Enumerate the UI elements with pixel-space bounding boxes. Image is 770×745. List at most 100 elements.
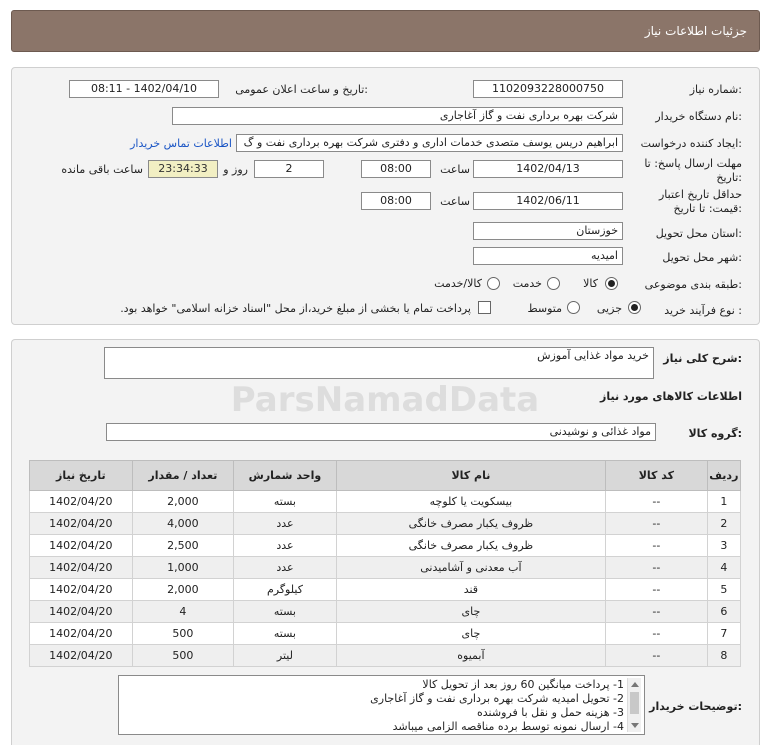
reply-time-field: 08:00 xyxy=(361,160,431,178)
purchase-type-radio-medium[interactable] xyxy=(567,301,580,314)
purchase-type-label: نوع فرآیند خرید : xyxy=(664,304,742,317)
cell-quantity: 500 xyxy=(131,622,235,645)
cell-item-code: -- xyxy=(605,534,708,557)
table-row: 5 -- قند کیلوگرم 2,000 1402/04/20 xyxy=(29,578,742,601)
announce-datetime-label: تاریخ و ساعت اعلان عمومی: xyxy=(235,83,368,96)
category-radio-service[interactable] xyxy=(547,277,560,290)
reply-deadline-label-1: مهلت ارسال پاسخ: تا xyxy=(644,157,742,170)
cell-item-name: ظروف یکبار مصرف خانگی xyxy=(335,534,607,557)
cell-need-date: 1402/04/20 xyxy=(29,622,133,645)
col-quantity: تعداد / مقدار xyxy=(131,460,235,491)
purchase-type-option-minor: جزیی xyxy=(596,302,622,315)
cell-unit: بسته xyxy=(233,600,337,623)
cell-need-date: 1402/04/20 xyxy=(29,490,133,513)
category-radio-goods-service[interactable] xyxy=(487,277,500,290)
purchase-type-option-medium: متوسط xyxy=(527,302,562,315)
delivery-province-label: استان محل تحویل: xyxy=(655,227,742,240)
treasury-payment-checkbox[interactable] xyxy=(478,301,491,314)
cell-unit: بسته xyxy=(233,622,337,645)
cell-item-name: آبمیوه xyxy=(335,644,607,667)
reply-days-label: روز و xyxy=(223,163,248,176)
remaining-time-field: 23:34:33 xyxy=(148,160,218,178)
cell-row-number: 7 xyxy=(706,622,742,645)
cell-item-name: چای xyxy=(335,600,607,623)
category-option-service: خدمت xyxy=(512,277,542,290)
cell-quantity: 4,000 xyxy=(131,512,235,535)
reply-date-field: 1402/04/13 xyxy=(473,160,623,178)
delivery-city-field: امیدیه xyxy=(473,247,623,265)
requester-label: ایجاد کننده درخواست: xyxy=(640,137,742,150)
remaining-time-label: ساعت باقی مانده xyxy=(61,163,143,176)
cell-item-name: بیسکویت یا کلوچه xyxy=(335,490,607,513)
treasury-payment-note: پرداخت تمام یا بخشی از مبلغ خرید،از محل … xyxy=(120,302,471,315)
cell-row-number: 3 xyxy=(706,534,742,557)
items-table: ردیف کد کالا نام کالا واحد شمارش تعداد /… xyxy=(29,460,742,667)
summary-label: شرح کلی نیاز: xyxy=(663,352,742,365)
cell-row-number: 1 xyxy=(706,490,742,513)
delivery-city-label: شهر محل تحویل: xyxy=(662,251,742,264)
cell-row-number: 4 xyxy=(706,556,742,579)
cell-item-code: -- xyxy=(605,600,708,623)
cell-row-number: 8 xyxy=(706,644,742,667)
reply-deadline-label-2: تاریخ: xyxy=(716,171,742,184)
note-line: 1- پرداخت میانگین 60 روز بعد از تحویل کا… xyxy=(422,678,624,691)
reply-days-field: 2 xyxy=(254,160,324,178)
cell-need-date: 1402/04/20 xyxy=(29,512,133,535)
reply-time-label: ساعت xyxy=(440,163,470,176)
delivery-province-field: خوزستان xyxy=(473,222,623,240)
purchase-type-radio-minor[interactable] xyxy=(628,301,641,314)
table-row: 7 -- چای بسته 500 1402/04/20 xyxy=(29,622,742,645)
buyer-notes-box[interactable]: 1- پرداخت میانگین 60 روز بعد از تحویل کا… xyxy=(118,675,645,735)
requester-field: ابراهیم دریس یوسف متصدی خدمات اداری و دف… xyxy=(236,134,623,152)
summary-field: خرید مواد غذایی آموزش xyxy=(104,347,654,379)
note-line: 3- هزینه حمل و نقل با فروشنده xyxy=(477,706,624,719)
cell-quantity: 1,000 xyxy=(131,556,235,579)
notes-scrollbar[interactable] xyxy=(627,678,641,732)
cell-item-code: -- xyxy=(605,512,708,535)
cell-item-code: -- xyxy=(605,622,708,645)
cell-row-number: 2 xyxy=(706,512,742,535)
need-number-label: شماره نیاز: xyxy=(689,83,742,96)
col-unit: واحد شمارش xyxy=(233,460,337,491)
cell-need-date: 1402/04/20 xyxy=(29,644,133,667)
cell-item-name: چای xyxy=(335,622,607,645)
price-validity-label-1: حداقل تاریخ اعتبار xyxy=(658,188,742,201)
category-option-goods-service: کالا/خدمت xyxy=(434,277,482,290)
cell-item-code: -- xyxy=(605,490,708,513)
table-row: 3 -- ظروف یکبار مصرف خانگی عدد 2,500 140… xyxy=(29,534,742,557)
cell-need-date: 1402/04/20 xyxy=(29,600,133,623)
cell-item-name: آب معدنی و آشامیدنی xyxy=(335,556,607,579)
col-item-code: کد کالا xyxy=(605,460,708,491)
price-validity-date-field: 1402/06/11 xyxy=(473,192,623,210)
category-option-goods: کالا xyxy=(583,277,598,290)
announce-datetime-field: 1402/04/10 - 08:11 xyxy=(69,80,219,98)
cell-need-date: 1402/04/20 xyxy=(29,578,133,601)
table-row: 8 -- آبمیوه لیتر 500 1402/04/20 xyxy=(29,644,742,667)
category-radio-goods[interactable] xyxy=(605,277,618,290)
note-line: 2- تحویل امیدیه شرکت بهره برداری نفت و گ… xyxy=(370,692,624,705)
scroll-up-icon[interactable] xyxy=(631,682,639,687)
item-group-label: گروه کالا: xyxy=(688,427,742,440)
cell-quantity: 4 xyxy=(131,600,235,623)
items-section-title: اطلاعات کالاهای مورد نیاز xyxy=(600,390,742,403)
col-need-date: تاریخ نیاز xyxy=(29,460,133,491)
cell-unit: بسته xyxy=(233,490,337,513)
cell-item-name: ظروف یکبار مصرف خانگی xyxy=(335,512,607,535)
table-row: 2 -- ظروف یکبار مصرف خانگی عدد 4,000 140… xyxy=(29,512,742,535)
scroll-thumb[interactable] xyxy=(630,692,639,714)
buyer-contact-link[interactable]: اطلاعات تماس خریدار xyxy=(130,137,232,150)
scroll-down-icon[interactable] xyxy=(631,723,639,728)
cell-quantity: 2,500 xyxy=(131,534,235,557)
page-title: جزئیات اطلاعات نیاز xyxy=(644,24,747,38)
cell-unit: عدد xyxy=(233,534,337,557)
cell-item-code: -- xyxy=(605,644,708,667)
buyer-notes-label: توضیحات خریدار: xyxy=(649,700,742,713)
cell-row-number: 5 xyxy=(706,578,742,601)
cell-quantity: 2,000 xyxy=(131,578,235,601)
buyer-org-label: نام دستگاه خریدار: xyxy=(655,110,742,123)
item-group-field: مواد غذائی و نوشیدنی xyxy=(106,423,656,441)
price-validity-label-2: قیمت: تا تاریخ: xyxy=(673,202,742,215)
table-row: 1 -- بیسکویت یا کلوچه بسته 2,000 1402/04… xyxy=(29,490,742,513)
cell-quantity: 2,000 xyxy=(131,490,235,513)
need-number-field: 1102093228000750 xyxy=(473,80,623,98)
